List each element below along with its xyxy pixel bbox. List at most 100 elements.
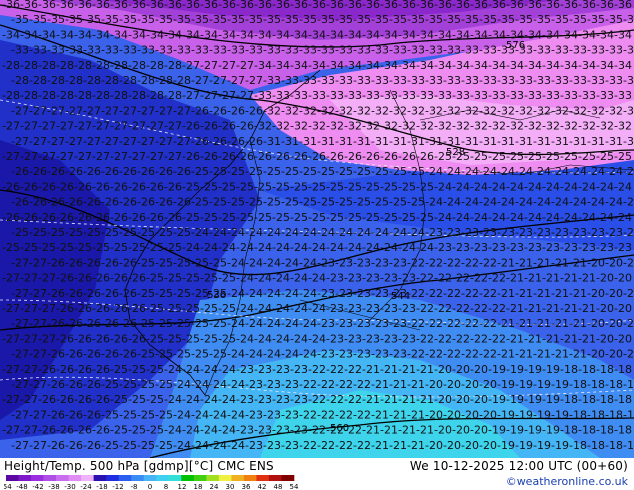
temperature-value-label: -26: [92, 272, 110, 285]
temperature-value-label: -25: [434, 150, 452, 163]
temperature-value-label: -25: [353, 196, 371, 209]
temperature-value-label: -24: [587, 165, 605, 178]
temperature-value-label: -24: [182, 241, 200, 254]
temperature-value-label: -24: [245, 287, 263, 300]
temperature-value-label: -25: [407, 165, 425, 178]
temperature-value-label: -24: [614, 180, 632, 193]
temperature-value-label: -20: [623, 256, 634, 269]
temperature-value-label: -18: [587, 439, 605, 452]
temperature-value-label: -36: [20, 0, 38, 11]
temperature-value-label: -19: [542, 393, 560, 406]
temperature-value-label: -34: [38, 28, 56, 41]
temperature-value-label: -23: [317, 256, 335, 269]
temperature-value-label: -26: [47, 408, 65, 421]
color-scale-tick-label: 48: [274, 483, 283, 490]
temperature-value-label: -32: [353, 104, 371, 117]
temperature-value-label: -24: [479, 196, 497, 209]
temperature-value-label: -27: [155, 104, 173, 117]
temperature-value-label: -26: [74, 302, 92, 315]
temperature-value-label: -21: [506, 332, 524, 345]
temperature-value-label: -25: [182, 180, 200, 193]
temperature-value-label: -26: [92, 211, 110, 224]
temperature-value-label: -33: [443, 74, 461, 87]
temperature-value-label: -24: [587, 196, 605, 209]
temperature-value-label: -27: [11, 104, 29, 117]
temperature-value-label: -26: [83, 287, 101, 300]
temperature-value-label: -27: [236, 59, 254, 72]
temperature-value-label: -33: [362, 89, 380, 102]
temperature-value-label: -24: [245, 348, 263, 361]
temperature-value-label: -18: [569, 378, 587, 391]
temperature-value-label: -26: [38, 180, 56, 193]
temperature-value-label: -21: [506, 302, 524, 315]
temperature-value-label: -27: [110, 150, 128, 163]
temperature-value-label: -33: [173, 44, 191, 57]
temperature-value-label: -23: [614, 241, 632, 254]
temperature-value-label: -19: [515, 408, 533, 421]
temperature-value-label: -23: [434, 241, 452, 254]
temperature-value-label: -25: [560, 150, 578, 163]
temperature-value-label: -23: [389, 287, 407, 300]
color-scale-tick-label: 12: [178, 483, 187, 490]
temperature-value-label: -35: [389, 13, 407, 26]
temperature-value-label: -35: [407, 13, 425, 26]
temperature-value-label: -21: [578, 332, 596, 345]
temperature-value-label: -25: [29, 226, 47, 239]
temperature-value-label: -26: [101, 317, 119, 330]
temperature-value-label: -23: [461, 226, 479, 239]
temperature-value-label: -22: [326, 424, 344, 437]
temperature-value-label: -34: [542, 59, 560, 72]
temperature-value-label: -34: [308, 28, 326, 41]
temperature-value-label: -24: [254, 272, 272, 285]
temperature-value-label: -20: [587, 317, 605, 330]
temperature-value-label: -28: [146, 89, 164, 102]
temperature-value-label: -32: [569, 104, 587, 117]
temperature-value-label: -20: [443, 439, 461, 452]
temperature-value-label: -23: [578, 241, 596, 254]
temperature-value-label: -26: [65, 256, 83, 269]
temperature-value-label: -24: [245, 317, 263, 330]
temperature-value-label: -25: [209, 256, 227, 269]
temperature-value-label: -19: [506, 393, 524, 406]
temperature-value-label: -26: [128, 332, 146, 345]
temperature-value-label: -27: [20, 120, 38, 133]
temperature-value-label: -26: [416, 150, 434, 163]
temperature-value-label: -22: [479, 256, 497, 269]
temperature-value-label: -33: [353, 74, 371, 87]
credit-link[interactable]: ©weatheronline.co.uk: [506, 475, 628, 488]
temperature-value-label: -26: [380, 150, 398, 163]
temperature-value-label: -31: [263, 135, 281, 148]
temperature-value-label: -27: [20, 393, 38, 406]
temperature-value-label: -34: [344, 28, 362, 41]
temperature-value-label: -18: [596, 363, 614, 376]
temperature-value-label: -36: [578, 0, 596, 11]
temperature-value-label: -27: [2, 272, 20, 285]
temperature-value-label: -25: [155, 348, 173, 361]
temperature-value-label: -22: [308, 393, 326, 406]
temperature-value-label: -25: [209, 348, 227, 361]
temperature-value-label: -24: [569, 165, 587, 178]
temperature-value-label: -26: [92, 363, 110, 376]
temperature-value-label: -36: [74, 0, 92, 11]
temperature-value-label: -24: [227, 378, 245, 391]
temperature-value-label: -23: [452, 241, 470, 254]
temperature-value-label: -22: [443, 256, 461, 269]
temperature-value-label: -17: [623, 439, 634, 452]
temperature-value-label: -34: [416, 59, 434, 72]
temperature-value-label: -21: [533, 256, 551, 269]
temperature-value-label: -26: [362, 150, 380, 163]
temperature-value-label: -36: [200, 0, 218, 11]
temperature-value-label: -34: [254, 59, 272, 72]
temperature-value-label: -26: [146, 180, 164, 193]
temperature-value-label: -26: [83, 165, 101, 178]
temperature-value-label: -25: [452, 150, 470, 163]
temperature-value-label: -23: [551, 226, 569, 239]
color-scale-swatch: [268, 475, 282, 481]
valid-time: We 10-12-2025 12:00 UTC (00+60): [409, 459, 628, 473]
temperature-value-label: -25: [128, 241, 146, 254]
temperature-value-label: -28: [38, 59, 56, 72]
color-scale-swatch: [6, 475, 19, 481]
temperature-value-label: -27: [38, 272, 56, 285]
temperature-value-label: -24: [281, 287, 299, 300]
temperature-value-label: -33: [137, 44, 155, 57]
